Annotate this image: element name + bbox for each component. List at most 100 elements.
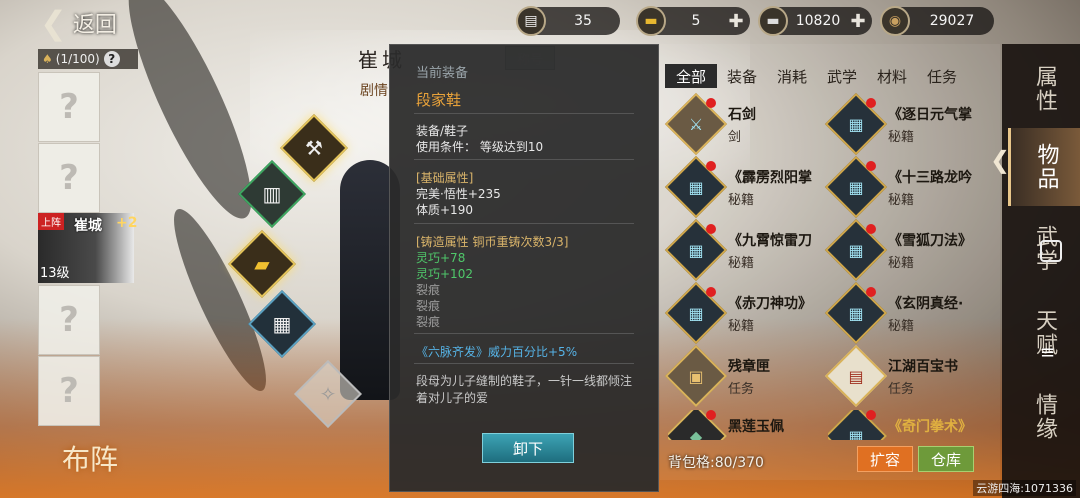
new-badge — [706, 410, 716, 420]
resource-gold: ▬ 5 ✚ — [636, 6, 750, 36]
back-arrow-icon: ❮ — [40, 4, 67, 42]
item-name: 《奇门拳术》 — [888, 419, 972, 435]
book-icon: ▦ — [272, 312, 292, 336]
deployed-badge: 上阵 — [38, 213, 64, 230]
item-name: 江湖百宝书 — [888, 359, 958, 375]
item-name: 《十三路龙吟 — [888, 170, 972, 186]
new-badge — [866, 224, 876, 234]
item-type: 秘籍 — [888, 193, 915, 208]
menu-icon[interactable]: ≡ — [1040, 342, 1055, 363]
formation-button[interactable]: 布阵 — [40, 430, 140, 486]
resource-value: 10820 — [795, 13, 841, 29]
gold-bar-icon: ▰ — [254, 252, 270, 276]
inventory-item[interactable]: ▣ 残章匣 任务 — [664, 344, 828, 408]
party-count: ♠ (1/100) ? — [38, 49, 138, 69]
new-badge — [706, 287, 716, 297]
inventory-item[interactable]: ▦ 《玄阴真经· 秘籍 — [824, 281, 988, 345]
inventory-item[interactable]: ▤ 江湖百宝书 任务 — [824, 344, 988, 408]
item-requirement: 使用条件： 等级达到10 — [416, 140, 544, 154]
forge-attr-line: 灵巧+78 — [416, 251, 466, 265]
storage-button[interactable]: 仓库 — [918, 446, 974, 472]
base-attr-header: [基础属性] — [416, 171, 474, 185]
book-icon: ▦ — [664, 281, 728, 345]
item-name: 《九霄惊雷刀 — [728, 233, 812, 249]
forge-attr-line: 裂痕 — [416, 299, 441, 313]
new-badge — [866, 161, 876, 171]
hero-card[interactable]: 上阵 崔城 +2 13级 — [38, 213, 138, 283]
item-tooltip: 当前装备 段家鞋 装备/鞋子 使用条件： 等级达到10 [基础属性] 完美·悟性… — [389, 44, 659, 492]
new-badge — [866, 287, 876, 297]
inventory-item[interactable]: ▦ 《十三路龙吟 秘籍 — [824, 155, 988, 219]
square-nav-icon[interactable] — [1040, 240, 1062, 262]
resource-silver: ▬ 10820 ✚ — [758, 6, 872, 36]
gold-ingot-icon: ▬ — [636, 6, 666, 36]
book-icon: ▦ — [828, 410, 888, 440]
resource-coins: ◉ 29027 — [880, 6, 994, 36]
jade-pendant-icon: ◆ — [668, 410, 728, 440]
tab-equipment[interactable]: 装备 — [717, 64, 767, 88]
tab-martial[interactable]: 武学 — [817, 64, 867, 88]
inventory-item[interactable]: ▦ 《赤刀神功》 秘籍 — [664, 281, 828, 345]
tab-all[interactable]: 全部 — [665, 64, 717, 88]
empty-hero-slot[interactable]: ? — [38, 72, 100, 142]
unequip-button[interactable]: 卸下 — [482, 433, 574, 463]
empty-slot-icon: ✧ — [319, 382, 337, 406]
skill-bonus: 《六脉齐发》威力百分比+5% — [416, 345, 578, 359]
forge-attr-line: 裂痕 — [416, 283, 441, 297]
hero-bonus: +2 — [116, 215, 138, 231]
divider — [414, 159, 634, 160]
inventory-item[interactable]: ▦ 《霹雳烈阳掌 秘籍 — [664, 155, 828, 219]
coin-icon: ◉ — [880, 6, 910, 36]
forge-attr-line: 裂痕 — [416, 315, 441, 329]
divider — [414, 113, 634, 114]
sidebar-item-items[interactable]: 物品 — [1008, 128, 1080, 206]
tab-consumable[interactable]: 消耗 — [767, 64, 817, 88]
tab-material[interactable]: 材料 — [867, 64, 917, 88]
inventory-item[interactable]: ◆ 黑莲玉佩 — [668, 410, 828, 440]
item-type: 秘籍 — [728, 319, 755, 334]
inventory-item[interactable]: ▦ 《奇门拳术》 — [828, 410, 988, 440]
empty-hero-slot[interactable]: ? — [38, 285, 100, 355]
item-type: 秘籍 — [888, 256, 915, 271]
expand-button[interactable]: 扩容 — [857, 446, 913, 472]
help-icon[interactable]: ? — [103, 51, 120, 67]
base-attr-line: 完美·悟性+235 — [416, 187, 501, 201]
tab-quest[interactable]: 任务 — [917, 64, 967, 88]
inventory-item[interactable]: ▦ 《九霄惊雷刀 秘籍 — [664, 218, 828, 282]
inventory-item[interactable]: ▦ 《逐日元气掌 秘籍 — [824, 92, 988, 156]
new-badge — [706, 224, 716, 234]
empty-hero-slot[interactable]: ? — [38, 356, 100, 426]
party-count-text: (1/100) — [55, 52, 100, 66]
item-name: 《赤刀神功》 — [728, 296, 812, 312]
back-button[interactable]: ❮ 返回 — [40, 4, 117, 42]
item-name: 《逐日元气掌 — [888, 107, 972, 123]
sidebar-item-bonds[interactable]: 情缘 — [1008, 378, 1080, 456]
armor-icon: ▥ — [262, 182, 282, 206]
resource-value: 5 — [691, 13, 701, 29]
book-icon: ▦ — [664, 218, 728, 282]
character-subtitle: 剧情 — [360, 83, 388, 99]
item-name: 残章匣 — [728, 359, 770, 375]
watermark: 云游四海:1071336 — [973, 480, 1076, 496]
item-name: 《玄阴真经· — [888, 296, 964, 312]
inventory-item[interactable]: ⚔ 石剑 剑 — [664, 92, 828, 156]
back-label: 返回 — [72, 13, 117, 38]
resource-value: 29027 — [929, 13, 975, 29]
book-icon: ▦ — [824, 155, 888, 219]
add-silver-button[interactable]: ✚ — [848, 11, 868, 32]
box-icon: ▣ — [664, 344, 728, 408]
book-icon: ▦ — [824, 281, 888, 345]
tooltip-label: 当前装备 — [416, 66, 469, 81]
add-gold-button[interactable]: ✚ — [726, 11, 746, 32]
inventory-item[interactable]: ▦ 《雪狐刀法》 秘籍 — [824, 218, 988, 282]
forge-attr-line: 灵巧+102 — [416, 267, 473, 281]
divider — [414, 363, 634, 364]
base-attr-line: 体质+190 — [416, 203, 473, 217]
new-badge — [706, 98, 716, 108]
item-type: 秘籍 — [728, 193, 755, 208]
new-badge — [866, 98, 876, 108]
item-category: 装备/鞋子 — [416, 124, 469, 138]
item-name: 黑莲玉佩 — [728, 419, 784, 435]
empty-hero-slot[interactable]: ? — [38, 143, 100, 213]
sidebar-item-attributes[interactable]: 属性 — [1008, 50, 1080, 128]
